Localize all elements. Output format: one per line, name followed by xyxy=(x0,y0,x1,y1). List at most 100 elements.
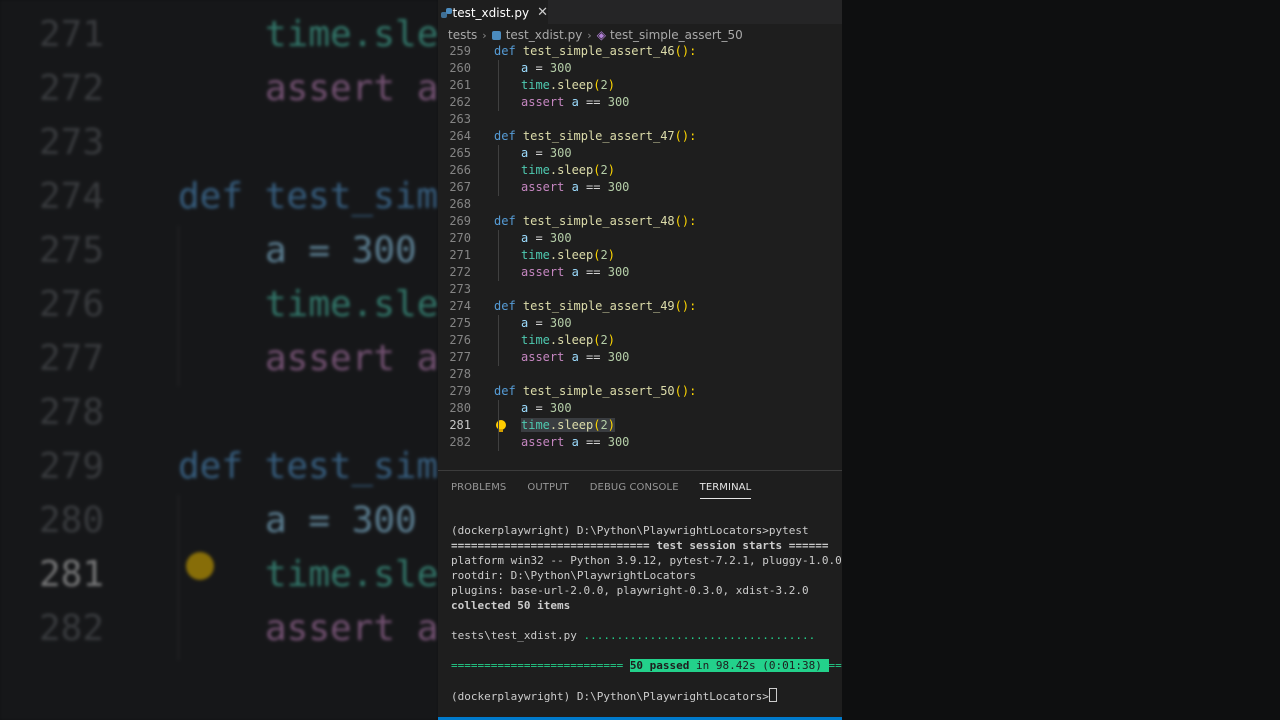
line-number: 278 xyxy=(449,367,471,381)
background-line-number: 273 xyxy=(38,122,104,163)
background-line-number: 282 xyxy=(38,608,104,649)
indent-guide xyxy=(498,315,499,366)
background-code-line: 271 time.sle xyxy=(0,8,438,62)
breadcrumb-symbol[interactable]: test_simple_assert_50 xyxy=(610,28,743,42)
line-number: 276 xyxy=(449,333,471,347)
terminal-rootdir-line: rootdir: D:\Python\PlaywrightLocators xyxy=(451,569,697,582)
code-text: def test_simple_assert_49(): xyxy=(494,299,697,313)
close-icon[interactable]: ✕ xyxy=(537,5,548,20)
code-text: def test_simple_assert_46(): xyxy=(494,44,697,58)
background-code-text: def test_sim xyxy=(178,446,438,487)
function-name: test_simple_assert_48 xyxy=(522,214,675,228)
background-code-text: a = 300 xyxy=(265,500,417,541)
code-text: def test_simple_assert_48(): xyxy=(494,214,697,228)
code-text: time.sleep(2) xyxy=(521,418,615,432)
indent-guide xyxy=(498,400,499,451)
keyword-assert: assert xyxy=(521,180,565,194)
keyword-assert: assert xyxy=(521,265,565,279)
line-number: 261 xyxy=(449,78,471,92)
background-code-text: time.sle xyxy=(265,554,438,595)
terminal-plugins-line: plugins: base-url-2.0.0, playwright-0.3.… xyxy=(451,584,809,597)
line-number: 274 xyxy=(449,299,471,313)
code-line[interactable]: 268 xyxy=(438,196,842,213)
background-code-text: assert a xyxy=(265,338,438,379)
breadcrumb-file[interactable]: test_xdist.py xyxy=(506,28,583,42)
line-number: 267 xyxy=(449,180,471,194)
editor-tab-active[interactable]: test_xdist.py ✕ xyxy=(438,0,548,24)
indent-guide xyxy=(498,145,499,196)
code-line[interactable]: 278 xyxy=(438,366,842,383)
editor-tab-bar: test_xdist.py ✕ xyxy=(438,0,842,24)
background-code-line: 277 assert a xyxy=(0,332,438,386)
code-text: def test_simple_assert_47(): xyxy=(494,129,697,143)
background-line-number: 276 xyxy=(38,284,104,325)
background-line-number: 277 xyxy=(38,338,104,379)
code-text: assert a == 300 xyxy=(521,180,630,194)
code-line[interactable]: 273 xyxy=(438,281,842,298)
code-line[interactable]: 269 def test_simple_assert_48(): xyxy=(438,213,842,230)
tab-filename: test_xdist.py xyxy=(452,5,530,20)
line-number: 263 xyxy=(449,112,471,126)
terminal-cursor xyxy=(768,688,777,702)
line-number: 265 xyxy=(449,146,471,160)
terminal-prompt[interactable]: (dockerplaywright) D:\Python\PlaywrightL… xyxy=(451,688,777,703)
line-number: 273 xyxy=(449,282,471,296)
line-number: 282 xyxy=(449,435,471,449)
code-text: a = 300 xyxy=(521,61,572,75)
keyword-def: def xyxy=(494,299,516,313)
code-line[interactable]: 263 xyxy=(438,111,842,128)
code-text: time.sleep(2) xyxy=(521,248,615,262)
code-editor[interactable]: 259 def test_simple_assert_46(): 260 a = 30… xyxy=(438,43,842,468)
line-number: 271 xyxy=(449,248,471,262)
terminal-output[interactable]: (dockerplaywright) D:\Python\PlaywrightL… xyxy=(451,523,842,713)
line-number: 280 xyxy=(449,401,471,415)
background-code-text: a = 300 xyxy=(265,230,417,271)
line-number: 279 xyxy=(449,384,471,398)
chevron-right-icon: › xyxy=(587,28,592,42)
background-code-text: def test_simp xyxy=(178,176,438,217)
tab-terminal[interactable]: TERMINAL xyxy=(699,471,752,505)
function-name: test_simple_assert_46 xyxy=(522,44,675,58)
python-file-icon xyxy=(491,30,501,40)
keyword-assert: assert xyxy=(521,95,565,109)
function-name: test_simple_assert_49 xyxy=(522,299,675,313)
code-line[interactable]: 264 def test_simple_assert_47(): xyxy=(438,128,842,145)
indent-guide xyxy=(498,60,499,111)
background-code-line: 281 time.sle xyxy=(0,548,438,602)
code-text: a = 300 xyxy=(521,146,572,160)
background-code-line: 276 time.sle xyxy=(0,278,438,332)
code-line[interactable]: 259 def test_simple_assert_46(): xyxy=(438,43,842,60)
terminal-command-line: (dockerplaywright) D:\Python\PlaywrightL… xyxy=(451,524,809,537)
tab-output[interactable]: OUTPUT xyxy=(527,471,568,505)
function-name: test_simple_assert_50 xyxy=(522,384,675,398)
background-line-number: 271 xyxy=(38,14,104,55)
background-code-line: 282 assert a xyxy=(0,602,438,656)
line-number: 281 xyxy=(449,418,471,432)
line-number: 275 xyxy=(449,316,471,330)
line-number: 272 xyxy=(449,265,471,279)
code-line[interactable]: 279 def test_simple_assert_50(): xyxy=(438,383,842,400)
keyword-def: def xyxy=(494,129,516,143)
background-line-number: 281 xyxy=(38,554,104,595)
background-code-line: 273 xyxy=(0,116,438,170)
background-line-number: 279 xyxy=(38,446,104,487)
line-number: 270 xyxy=(449,231,471,245)
method-icon: ◈ xyxy=(596,28,606,42)
code-text: a = 300 xyxy=(521,231,572,245)
chevron-right-icon: › xyxy=(482,28,487,42)
breadcrumb: tests › test_xdist.py › ◈ test_simple_as… xyxy=(448,26,743,44)
code-text: time.sleep(2) xyxy=(521,78,615,92)
code-line[interactable]: 274 def test_simple_assert_49(): xyxy=(438,298,842,315)
background-code-line: 278 xyxy=(0,386,438,440)
background-line-number: 274 xyxy=(38,176,104,217)
code-text: assert a == 300 xyxy=(521,95,630,109)
breadcrumb-folder[interactable]: tests xyxy=(448,28,477,42)
tab-problems[interactable]: PROBLEMS xyxy=(451,471,506,505)
tab-debug-console[interactable]: DEBUG CONSOLE xyxy=(590,471,679,505)
code-text: a = 300 xyxy=(521,316,572,330)
background-code-line: 280 a = 300 xyxy=(0,494,438,548)
bottom-panel: PROBLEMS OUTPUT DEBUG CONSOLE TERMINAL (… xyxy=(438,470,842,720)
line-number: 268 xyxy=(449,197,471,211)
background-right xyxy=(842,0,1280,720)
code-text: a = 300 xyxy=(521,401,572,415)
